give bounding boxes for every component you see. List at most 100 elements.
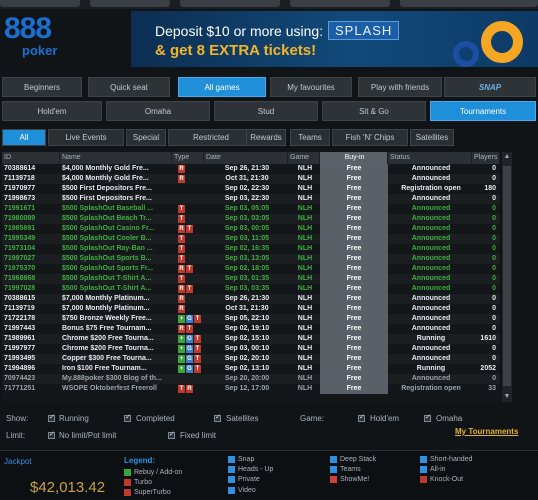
table-row[interactable]: 71993495 Copper $300 Free Tourna... Sep 02… [2,354,500,364]
table-row[interactable]: 71985691 $500 SplashOut Casino Fr... Sep 0… [2,224,500,234]
legend-item: Rebuy / Add-on [124,469,182,476]
table-scrollbar[interactable]: ▲ ▼ [502,152,512,402]
cell-id: 71997443 [4,325,36,332]
column-header-type[interactable]: Type [172,152,204,164]
cell-status: Announced [411,195,451,202]
table-row[interactable]: 71139719 $7,000 Monthly Platinum... Oct 31… [2,304,500,314]
top-tab-1[interactable] [0,0,80,7]
column-header-players[interactable]: Players [472,152,500,164]
filter-rewards[interactable]: Rewards [246,129,286,146]
cell-players: 0 [492,215,496,222]
tab-all-games[interactable]: All games [178,77,266,97]
scroll-up-icon[interactable]: ▲ [502,152,512,162]
column-header-status[interactable]: Status [388,152,472,164]
legend-label: Snap [238,456,255,463]
no-limit-checkbox[interactable] [48,430,55,439]
table-row[interactable]: 71998673 $500 First Depositors Fre... Sep … [2,194,500,204]
cell-game: NLH [297,335,313,342]
table-row[interactable]: 71973104 $500 SplashOut Ray-Ban ... Sep 02… [2,244,500,254]
column-header-id[interactable]: ID [2,152,60,164]
legend-heads-up-icon [228,466,235,473]
filter-restricted[interactable]: Restricted [168,129,254,146]
cell-date: Sep 02, 16:35 [224,245,270,252]
cell-players: 0 [492,245,496,252]
game-label: Game: [300,414,325,423]
running-checkbox[interactable] [48,413,55,422]
filter-all[interactable]: All [2,129,46,146]
table-row[interactable]: 71722178 $750 Bronze Weekly Free... Sep 05… [2,314,500,324]
legend-deep-stack-icon [330,456,337,463]
satellites-checkbox[interactable] [214,413,221,422]
omaha-checkbox[interactable] [424,413,431,422]
table-row[interactable]: 71997443 Bonus $75 Free Tournam... Sep 02,… [2,324,500,334]
column-header-buy-in[interactable]: Buy-in [320,152,388,164]
table-row[interactable]: 71995349 $500 SplashOut Cooler B... Sep 03… [2,234,500,244]
top-tab-5[interactable] [400,0,538,7]
tab-hold-em[interactable]: Hold'em [2,101,102,121]
completed-checkbox[interactable] [124,413,131,422]
table-row[interactable]: 71997028 $500 SplashOut T-Shirt A... Sep 0… [2,284,500,294]
holdem-checkbox[interactable] [358,413,365,422]
cell-date: Sep 20, 20:00 [224,375,270,382]
my-tournaments-link[interactable]: My Tournaments [455,427,518,436]
promo-banner[interactable]: Deposit $10 or more using: SPLASH & get … [131,11,538,67]
legend-all-in-icon [420,466,427,473]
column-header-game[interactable]: Game [288,152,320,164]
tab-beginners[interactable]: Beginners [2,77,82,97]
table-row[interactable]: 71994896 Iron $100 Free Tournam... Sep 02,… [2,364,500,374]
table-row[interactable]: 71968868 $500 SplashOut T-Shirt A... Sep 0… [2,274,500,284]
column-header-date[interactable]: Date [204,152,288,164]
cell-status: Announced [411,275,451,282]
filter-fish-n-chips[interactable]: Fish 'N' Chips [332,129,408,146]
cell-id: 71995349 [4,235,36,242]
cell-game: NLH [297,375,313,382]
tab-stud[interactable]: Stud [214,101,318,121]
cell-game: NLH [297,345,313,352]
tab-omaha[interactable]: Omaha [106,101,210,121]
table-row[interactable]: 71771251 WSOPE Oktoberfest Freeroll Sep 12… [2,384,500,394]
table-row[interactable]: 71997977 Chrome $200 Free Tourna... Sep 03… [2,344,500,354]
limit-label: Limit: [6,431,26,440]
table-row[interactable]: 71997027 $500 SplashOut Sports B... Sep 03… [2,254,500,264]
tab-my-favourites[interactable]: My favourites [270,77,352,97]
holdem-label: Hold'em [370,414,400,423]
filter-teams[interactable]: Teams [290,129,330,146]
tab-quick-seat[interactable]: Quick seat [88,77,170,97]
cell-id: 71970977 [4,185,36,192]
tab-sit-go[interactable]: Sit & Go [322,101,426,121]
completed-label: Completed [136,414,175,423]
column-header-name[interactable]: Name [60,152,172,164]
fixed-limit-checkbox[interactable] [168,430,175,439]
type-badge-icon: T [186,265,193,273]
scroll-down-icon[interactable]: ▼ [502,392,512,402]
top-tab-2[interactable] [90,0,170,7]
scroll-thumb[interactable] [503,166,511,386]
table-row[interactable]: 71989961 Chrome $200 Free Tourna... Sep 02… [2,334,500,344]
table-row[interactable]: 70974423 My.888poker $300 Blog of th... Se… [2,374,500,384]
table-row[interactable]: 71970977 $500 First Depositors Fre... Sep … [2,184,500,194]
tab-tournaments[interactable]: Tournaments [430,101,536,121]
type-badges: RT [178,265,193,273]
type-badge-icon: G [186,335,193,343]
tab-play-with-friends[interactable]: Play with friends [358,77,442,97]
tab-snap[interactable]: SNAP [444,77,536,97]
table-row[interactable]: 70388615 $7,000 Monthly Platinum... Sep 26… [2,294,500,304]
cell-id: 71997977 [4,345,36,352]
filter-satellites[interactable]: Satellites [410,129,454,146]
table-row[interactable]: 71980089 $500 SplashOut Beach Tr... Sep 03… [2,214,500,224]
top-tab-4[interactable] [290,0,390,7]
filter-special[interactable]: Special [126,129,166,146]
type-badges: T [178,235,185,243]
cell-id: 71968868 [4,275,36,282]
cell-game: NLH [297,255,313,262]
cell-game: NLH [297,275,313,282]
table-row[interactable]: 71975370 $500 SplashOut Sports Fr... Sep 0… [2,264,500,274]
cell-buyin: Free [320,224,388,234]
table-row[interactable]: 70388614 $4,000 Monthly Gold Fre... Sep 26… [2,164,500,174]
table-row[interactable]: 71991671 $500 SplashOut Baseball ... Sep 0… [2,204,500,214]
cell-game: NLH [297,175,313,182]
filter-live-events[interactable]: Live Events [48,129,124,146]
cell-name: WSOPE Oktoberfest Freeroll [62,385,157,392]
top-tab-3[interactable] [180,0,280,7]
table-row[interactable]: 71139718 $4,000 Monthly Gold Fre... Oct 31… [2,174,500,184]
